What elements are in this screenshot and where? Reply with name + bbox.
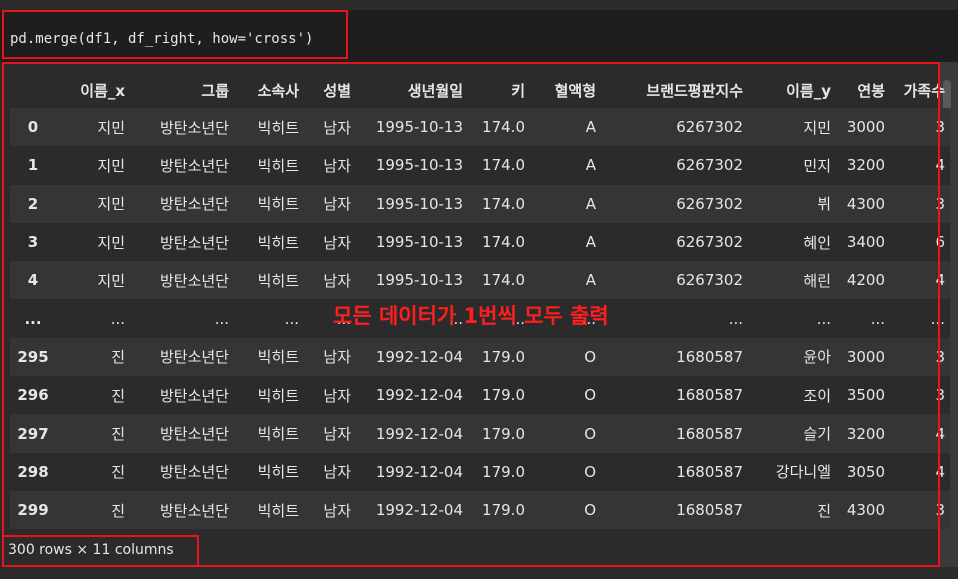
code-highlight-box [2, 10, 348, 59]
dataframe-shape-label: 300 rows × 11 columns [8, 542, 174, 558]
output-highlight-box [2, 62, 940, 567]
notebook-page: pd.merge(df1, df_right, how='cross') 이름_… [0, 0, 958, 579]
